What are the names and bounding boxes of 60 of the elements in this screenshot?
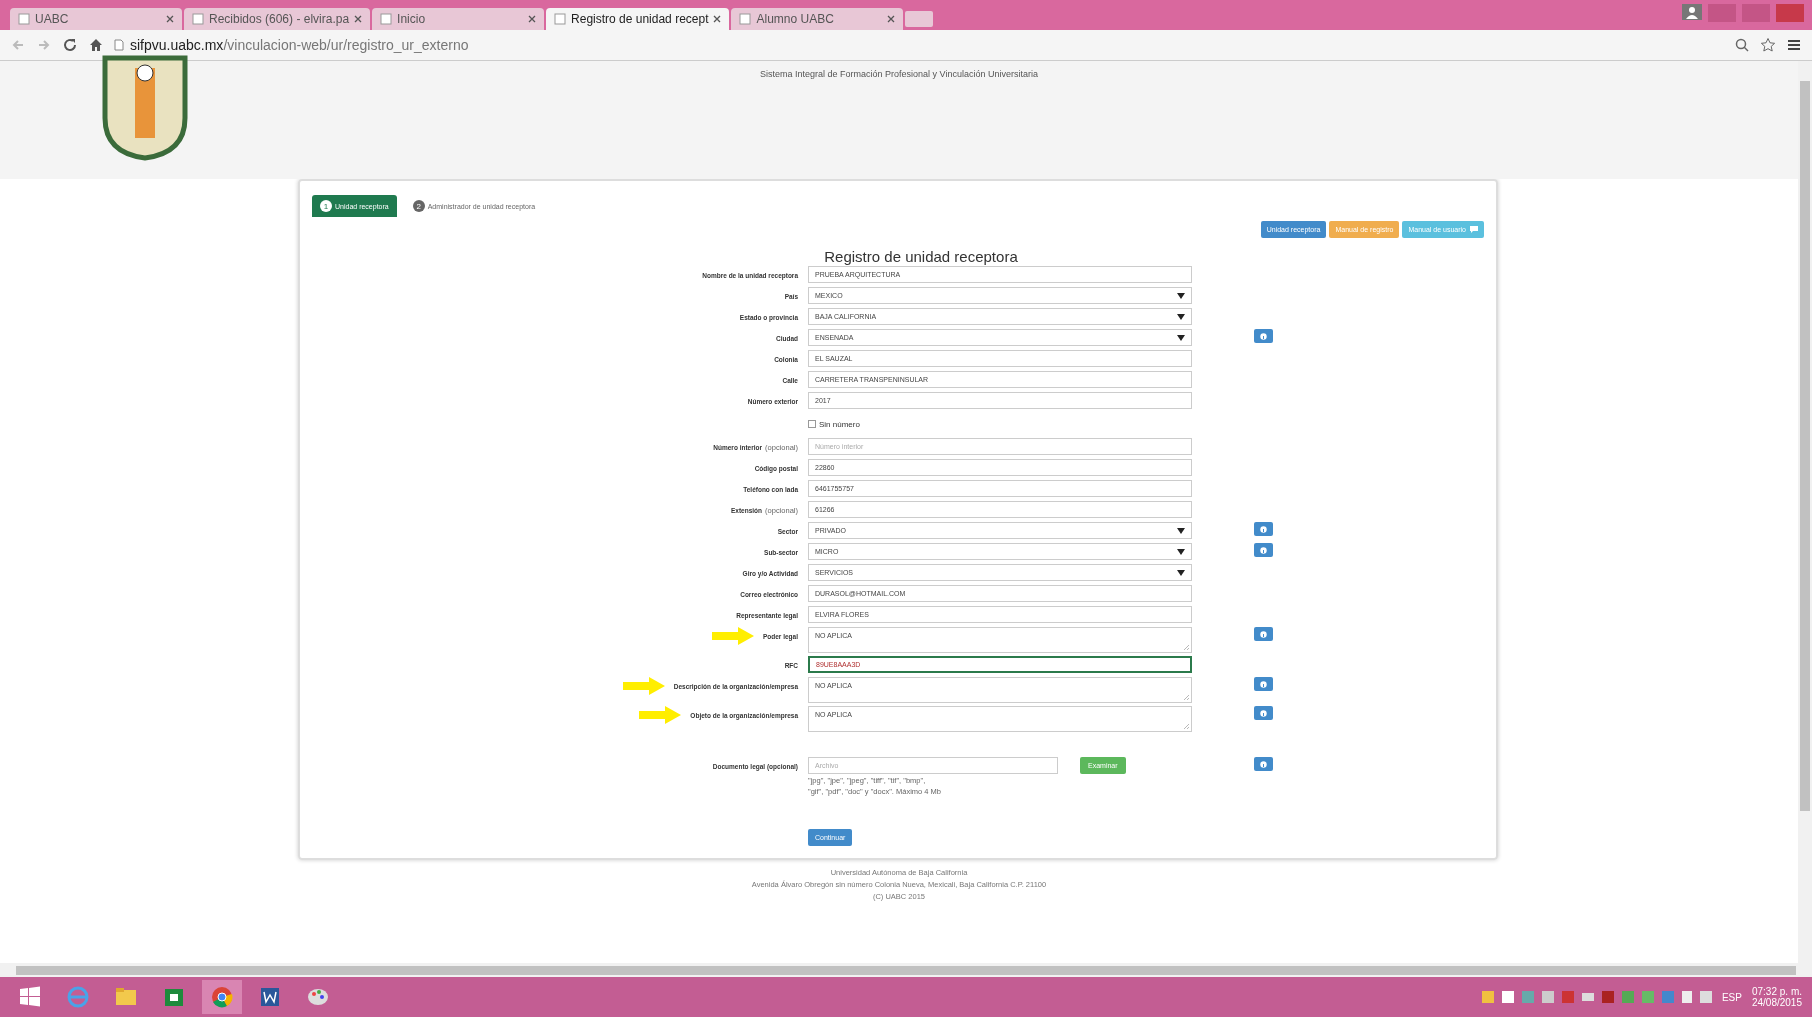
- page-icon: [380, 13, 393, 25]
- dropdown-icon: [1177, 313, 1185, 320]
- page-icon: [739, 13, 752, 25]
- info-icon: [1260, 760, 1267, 768]
- chrome-icon[interactable]: [210, 985, 234, 1009]
- info-icon: [1260, 709, 1267, 717]
- start-icon[interactable]: [18, 985, 42, 1009]
- language-indicator[interactable]: ESP: [1721, 991, 1742, 1003]
- info-button[interactable]: [1254, 522, 1273, 536]
- close-icon[interactable]: [887, 15, 896, 23]
- browser-tab[interactable]: Alumno UABC: [731, 8, 904, 30]
- dropdown-icon: [1177, 334, 1185, 341]
- dropdown-icon: [1177, 292, 1185, 299]
- page-icon: [114, 39, 124, 51]
- checkbox[interactable]: [808, 420, 816, 428]
- resize-icon: [1184, 724, 1189, 729]
- dropdown-icon: [1177, 527, 1185, 534]
- info-button[interactable]: [1254, 757, 1273, 771]
- info-icon: [1260, 525, 1267, 533]
- close-icon[interactable]: [528, 15, 537, 23]
- close-icon[interactable]: [166, 15, 174, 23]
- info-button[interactable]: [1254, 677, 1273, 691]
- system-title: Sistema Integral de Formación Profesional y Vinculación Universitaria: [759, 69, 1039, 79]
- page-icon: [192, 13, 204, 25]
- browser-tab[interactable]: UABC: [10, 8, 182, 30]
- resize-icon: [1184, 695, 1189, 700]
- info-button[interactable]: [1254, 329, 1273, 343]
- user-icon[interactable]: [1682, 4, 1702, 20]
- page-icon: [554, 13, 567, 25]
- browser-tab[interactable]: Registro de unidad recept: [546, 8, 730, 30]
- browser-tab[interactable]: Inicio: [372, 8, 545, 30]
- clock-time[interactable]: 07:32 p. m.: [1751, 986, 1802, 997]
- reload-icon[interactable]: [62, 37, 78, 53]
- new-tab-button[interactable]: [905, 11, 934, 27]
- info-icon: [1260, 546, 1267, 554]
- info-button[interactable]: [1254, 627, 1273, 641]
- info-icon: [1260, 630, 1267, 638]
- dropdown-icon: [1177, 548, 1185, 555]
- scrollbar-thumb[interactable]: [1800, 81, 1810, 811]
- info-icon: [1260, 680, 1267, 688]
- browser-tab[interactable]: Recibidos (606) - elvira.pa: [184, 8, 371, 30]
- page-icon: [18, 13, 30, 25]
- tray-icons-drawing[interactable]: [1481, 989, 1712, 1005]
- scrollbar-thumb[interactable]: [16, 965, 1796, 975]
- info-button[interactable]: [1254, 706, 1273, 720]
- dropdown-icon: [1177, 569, 1185, 576]
- form-title: Registro de unidad receptora: [823, 248, 1019, 265]
- home-icon[interactable]: [88, 37, 104, 53]
- star-icon[interactable]: [1760, 37, 1776, 53]
- info-button[interactable]: [1254, 543, 1273, 557]
- menu-icon[interactable]: [1786, 37, 1802, 53]
- resize-icon: [1184, 645, 1189, 650]
- zoom-icon[interactable]: [1734, 37, 1750, 53]
- document-icon[interactable]: [258, 985, 282, 1009]
- close-icon[interactable]: [713, 15, 722, 23]
- checkbox-label: Sin número: [819, 419, 860, 429]
- clock-date[interactable]: 24/08/2015: [1751, 997, 1802, 1008]
- info-icon: [1260, 332, 1267, 340]
- comment-icon: [1470, 226, 1478, 233]
- close-icon[interactable]: [354, 15, 363, 23]
